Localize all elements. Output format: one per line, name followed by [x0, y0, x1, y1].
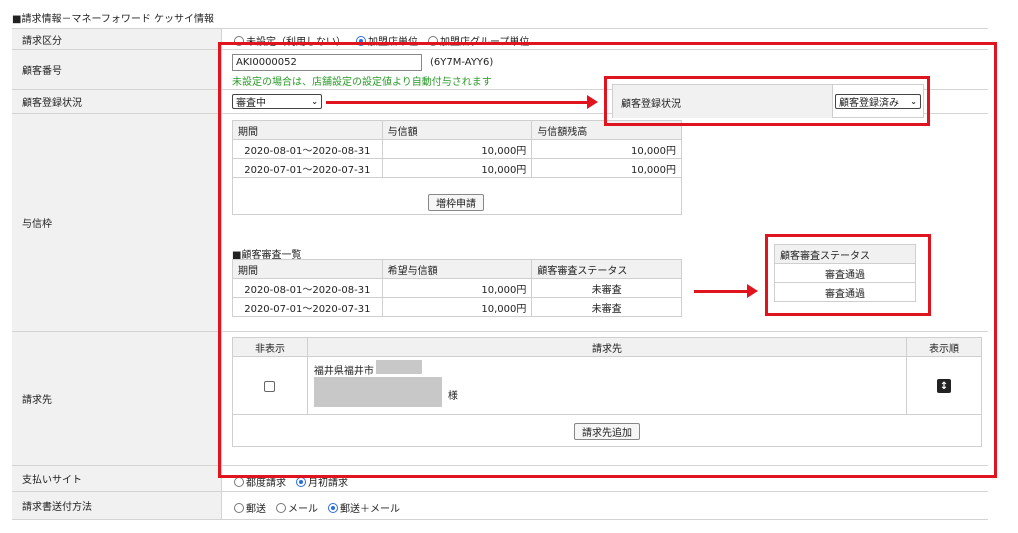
label-invoice-delivery: 請求書送付方法 [12, 492, 222, 519]
label-customer-registration: 顧客登録状況 [12, 90, 222, 113]
radio-postal[interactable]: 郵送 [234, 500, 266, 515]
section-title: ■請求情報－マネーフォワード ケッサイ情報 [12, 14, 215, 25]
radio-postal-email[interactable]: 郵送＋メール [328, 500, 400, 515]
radio-icon [234, 502, 244, 513]
radio-icon [276, 502, 286, 513]
label-payment-site: 支払いサイト [12, 466, 222, 491]
row-invoice-delivery: 請求書送付方法 郵送 メール 郵送＋メール [12, 492, 988, 520]
label-credit-limit: 与信枠 [12, 114, 222, 331]
radio-checked-icon [296, 476, 306, 487]
label-customer-number: 顧客番号 [12, 50, 222, 89]
radio-icon [234, 476, 244, 487]
arrow-right-icon [326, 95, 598, 109]
radio-checked-icon [328, 502, 338, 513]
label-billing-destination: 請求先 [12, 332, 222, 465]
arrow-right-icon [694, 284, 758, 298]
radio-email[interactable]: メール [276, 500, 318, 515]
highlight-review-box [765, 234, 931, 316]
highlight-registration-box [604, 76, 930, 126]
label-billing-category: 請求区分 [12, 29, 222, 49]
